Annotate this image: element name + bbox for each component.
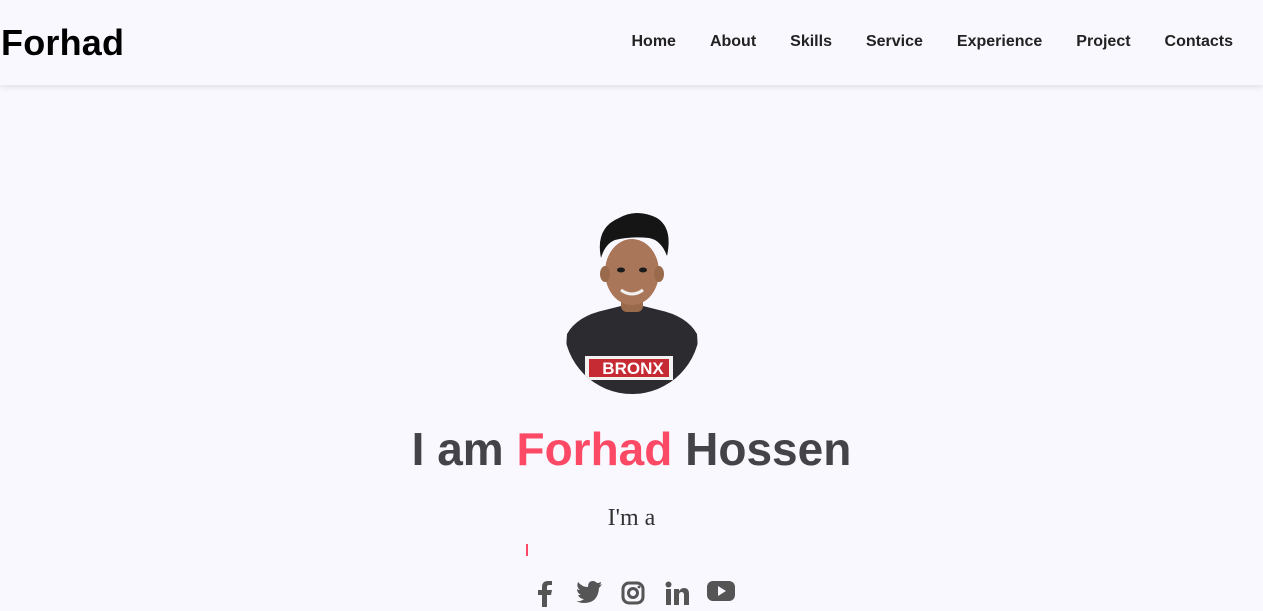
- twitter-icon[interactable]: [574, 581, 604, 611]
- nav-home[interactable]: Home: [632, 33, 676, 51]
- instagram-icon[interactable]: [618, 581, 648, 611]
- nav-about[interactable]: About: [710, 33, 756, 51]
- facebook-icon[interactable]: [530, 581, 560, 611]
- profile-avatar: BRONX: [564, 213, 700, 394]
- hero-title: I am Forhad Hossen: [0, 422, 1263, 476]
- title-suffix: Hossen: [672, 423, 852, 475]
- nav-experience[interactable]: Experience: [957, 33, 1042, 51]
- navbar: Forhad Home About Skills Service Experie…: [0, 0, 1263, 85]
- main-nav: Home About Skills Service Experience Pro…: [632, 33, 1234, 51]
- nav-service[interactable]: Service: [866, 33, 923, 51]
- hero-subtitle: I'm a: [607, 505, 656, 531]
- typing-cursor: [526, 544, 528, 556]
- youtube-icon[interactable]: [706, 581, 736, 611]
- hero-section: BRONX I am Forhad Hossen I'm a: [0, 85, 1263, 607]
- linkedin-icon[interactable]: [662, 581, 692, 611]
- title-prefix: I am: [411, 423, 517, 475]
- shirt-text: BRONX: [602, 359, 664, 378]
- nav-skills[interactable]: Skills: [790, 33, 832, 51]
- nav-project[interactable]: Project: [1076, 33, 1130, 51]
- title-name: Forhad: [516, 423, 673, 475]
- nav-contacts[interactable]: Contacts: [1165, 33, 1233, 51]
- social-links: [530, 581, 736, 611]
- brand-logo[interactable]: Forhad: [1, 22, 124, 64]
